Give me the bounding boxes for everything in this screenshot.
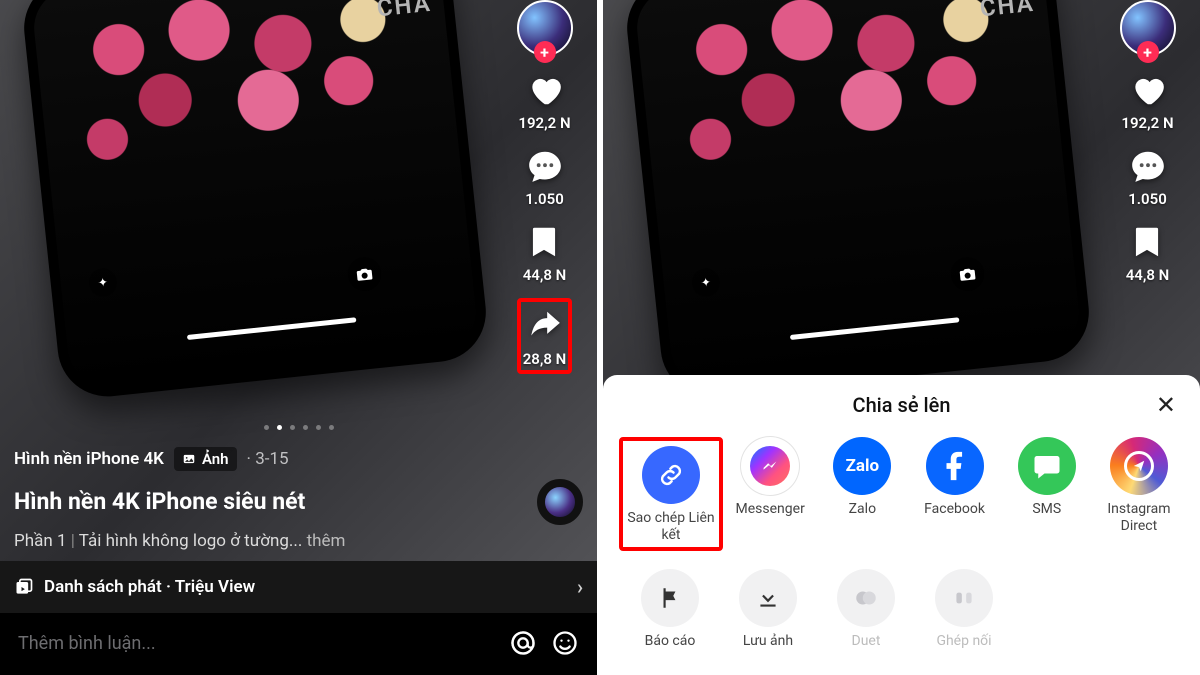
facebook-icon bbox=[926, 437, 984, 495]
comment-count: 1.050 bbox=[525, 190, 564, 208]
phone-mockup: CHA ✦ bbox=[19, 0, 491, 401]
bookmark-icon bbox=[524, 222, 564, 262]
duet-icon bbox=[837, 569, 895, 627]
instagram-icon bbox=[1110, 437, 1168, 495]
messenger-icon bbox=[741, 437, 799, 495]
screenshot-right: CHA ✦ + 192,2 N 1.050 44,8 N bbox=[603, 0, 1200, 675]
bookmark-count: 44,8 N bbox=[1126, 266, 1170, 284]
playlist-icon bbox=[14, 577, 34, 597]
share-row-2: Báo cáo Lưu ảnh Duet Ghép nối bbox=[611, 563, 1192, 662]
screenshot-left: CHA ✦ + 192,2 N 1.050 44,8 N bbox=[0, 0, 597, 675]
phone-mockup: CHA ✦ bbox=[622, 0, 1094, 401]
camera-icon bbox=[346, 255, 383, 292]
comment-bar[interactable]: Thêm bình luận... bbox=[0, 613, 597, 675]
zalo-icon: Zalo bbox=[833, 437, 891, 495]
flashlight-icon: ✦ bbox=[88, 267, 119, 298]
username[interactable]: Hình nền iPhone 4K bbox=[14, 449, 164, 469]
bookmark-button[interactable]: 44,8 N bbox=[523, 222, 567, 284]
wallpaper-flowers bbox=[633, 0, 1064, 211]
share-copy-link[interactable]: Sao chép Liên kết bbox=[626, 446, 716, 544]
share-sheet-title: Chia sẻ lên bbox=[853, 393, 951, 417]
comment-icon bbox=[1128, 146, 1168, 186]
link-icon bbox=[642, 446, 700, 504]
sound-disc[interactable] bbox=[537, 479, 583, 525]
share-sheet: Chia sẻ lên ✕ Sao chép Liên kết Messenge… bbox=[603, 375, 1200, 675]
carousel-dots bbox=[264, 425, 334, 430]
mention-icon[interactable] bbox=[509, 629, 537, 657]
phone-screen: CHA ✦ bbox=[30, 0, 480, 390]
action-save-image[interactable]: Lưu ảnh bbox=[723, 569, 813, 650]
comment-placeholder: Thêm bình luận... bbox=[18, 633, 156, 654]
like-count: 192,2 N bbox=[518, 114, 570, 132]
home-indicator bbox=[187, 317, 357, 340]
like-button[interactable]: 192,2 N bbox=[518, 70, 570, 132]
share-count: 28,8 N bbox=[523, 350, 567, 368]
bookmark-count: 44,8 N bbox=[523, 266, 567, 284]
share-messenger[interactable]: Messenger bbox=[725, 437, 815, 551]
playlist-bar[interactable]: Danh sách phát · Triệu View › bbox=[0, 561, 597, 613]
stitch-icon bbox=[935, 569, 993, 627]
creator-avatar[interactable]: + bbox=[1120, 0, 1176, 56]
follow-plus-icon[interactable]: + bbox=[1137, 41, 1159, 63]
like-button[interactable]: 192,2 N bbox=[1121, 70, 1173, 132]
image-icon bbox=[182, 452, 196, 466]
close-icon[interactable]: ✕ bbox=[1156, 391, 1176, 419]
flashlight-icon: ✦ bbox=[691, 267, 722, 298]
share-row-1: Sao chép Liên kết Messenger Zalo Zalo Fa… bbox=[611, 431, 1192, 563]
share-instagram[interactable]: Instagram Direct bbox=[1094, 437, 1184, 551]
share-facebook[interactable]: Facebook bbox=[910, 437, 1000, 551]
chevron-right-icon: › bbox=[577, 575, 583, 599]
action-stitch: Ghép nối bbox=[919, 569, 1009, 650]
action-rail: + 192,2 N 1.050 44,8 N 28,8 N bbox=[502, 0, 587, 374]
heart-icon bbox=[1128, 70, 1168, 110]
emoji-icon[interactable] bbox=[551, 629, 579, 657]
share-sms[interactable]: SMS bbox=[1002, 437, 1092, 551]
sms-icon bbox=[1018, 437, 1076, 495]
photo-badge: Ảnh bbox=[174, 447, 237, 471]
share-zalo[interactable]: Zalo Zalo bbox=[817, 437, 907, 551]
follow-plus-icon[interactable]: + bbox=[534, 41, 556, 63]
description[interactable]: Phần 1 | Tải hình không logo ở tường... … bbox=[0, 525, 597, 561]
action-duet: Duet bbox=[821, 569, 911, 650]
download-icon bbox=[739, 569, 797, 627]
like-count: 192,2 N bbox=[1121, 114, 1173, 132]
video-info: Hình nền iPhone 4K Ảnh · 3-15 Hình nền 4… bbox=[0, 447, 597, 675]
comment-button[interactable]: 1.050 bbox=[1128, 146, 1168, 208]
wallpaper-flowers bbox=[30, 0, 461, 211]
share-icon bbox=[524, 306, 564, 346]
comment-count: 1.050 bbox=[1128, 190, 1167, 208]
phone-screen: CHA ✦ bbox=[633, 0, 1083, 390]
heart-icon bbox=[525, 70, 565, 110]
post-date: · 3-15 bbox=[247, 449, 289, 469]
share-button[interactable]: 28,8 N bbox=[517, 298, 573, 374]
caption: Hình nền 4K iPhone siêu nét bbox=[14, 488, 305, 516]
flag-icon bbox=[641, 569, 699, 627]
comment-button[interactable]: 1.050 bbox=[525, 146, 565, 208]
action-rail: + 192,2 N 1.050 44,8 N bbox=[1105, 0, 1190, 284]
bookmark-button[interactable]: 44,8 N bbox=[1126, 222, 1170, 284]
action-report[interactable]: Báo cáo bbox=[625, 569, 715, 650]
home-indicator bbox=[790, 317, 960, 340]
camera-icon bbox=[949, 255, 986, 292]
creator-avatar[interactable]: + bbox=[517, 0, 573, 56]
bookmark-icon bbox=[1127, 222, 1167, 262]
comment-icon bbox=[525, 146, 565, 186]
